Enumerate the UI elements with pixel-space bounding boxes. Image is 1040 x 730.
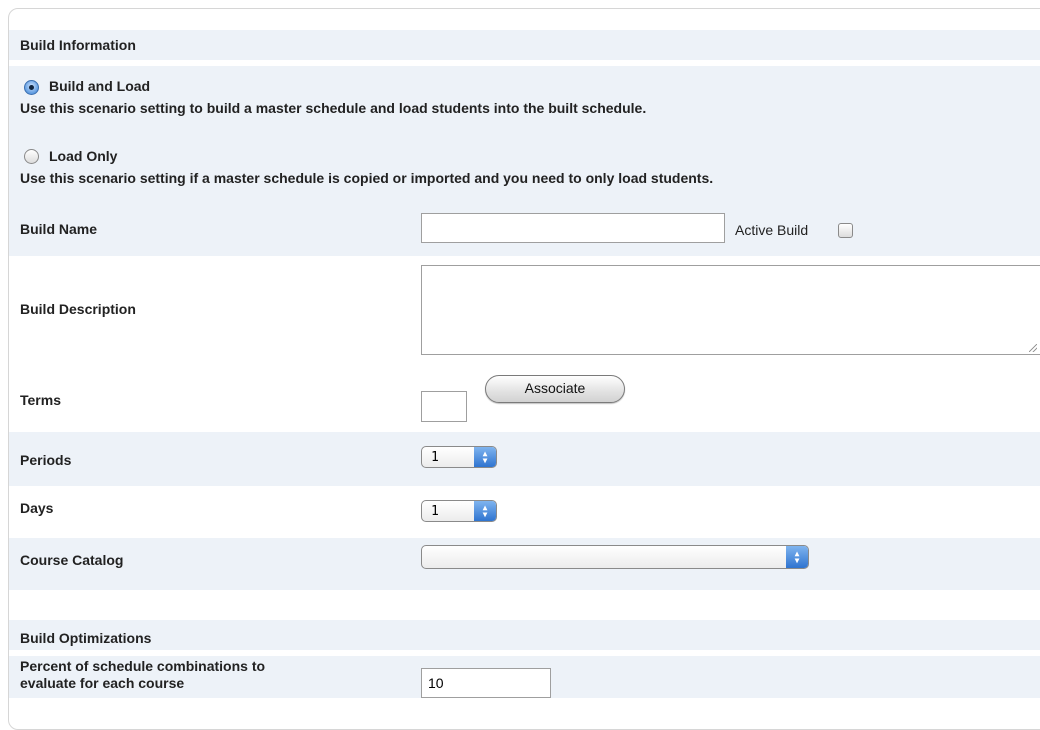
build-and-load-radio[interactable] bbox=[24, 80, 39, 95]
load-only-description: Use this scenario setting if a master sc… bbox=[20, 170, 714, 186]
percent-combinations-label-line2: evaluate for each course bbox=[20, 675, 185, 691]
course-catalog-label: Course Catalog bbox=[20, 552, 124, 568]
periods-value: 1 bbox=[431, 450, 439, 465]
load-only-label[interactable]: Load Only bbox=[49, 148, 117, 164]
periods-select[interactable]: 1 ▲ ▼ bbox=[421, 446, 497, 468]
days-label: Days bbox=[20, 500, 54, 516]
days-select[interactable]: 1 ▲ ▼ bbox=[421, 500, 497, 522]
terms-input[interactable] bbox=[421, 391, 467, 422]
spacer-row bbox=[9, 590, 1040, 620]
build-description-textarea[interactable] bbox=[421, 265, 1040, 355]
periods-row: Periods 1 ▲ ▼ bbox=[9, 432, 1040, 486]
build-and-load-label[interactable]: Build and Load bbox=[49, 78, 150, 94]
periods-label: Periods bbox=[20, 452, 72, 468]
terms-label: Terms bbox=[20, 392, 61, 408]
build-name-row: Build Name Active Build bbox=[9, 204, 1040, 256]
build-optimizations-header: Build Optimizations bbox=[9, 620, 1040, 650]
build-description-row: Build Description bbox=[9, 256, 1040, 366]
section-title-build-optimizations: Build Optimizations bbox=[20, 630, 152, 646]
build-information-header: Build Information bbox=[9, 30, 1040, 60]
course-catalog-select[interactable]: ▲ ▼ bbox=[421, 545, 809, 569]
percent-combinations-row: Percent of schedule combinations to eval… bbox=[9, 656, 1040, 698]
build-and-load-description: Use this scenario setting to build a mas… bbox=[20, 100, 647, 116]
select-arrows-icon: ▲ ▼ bbox=[474, 447, 496, 467]
active-build-label: Active Build bbox=[735, 222, 809, 238]
scenario-options: Build and Load Use this scenario setting… bbox=[9, 66, 1040, 204]
section-title-build-information: Build Information bbox=[20, 37, 136, 53]
days-value: 1 bbox=[431, 504, 439, 519]
associate-button[interactable]: Associate bbox=[485, 375, 625, 403]
active-build-checkbox[interactable] bbox=[838, 223, 853, 238]
load-only-radio[interactable] bbox=[24, 149, 39, 164]
terms-row: Terms Associate bbox=[9, 366, 1040, 432]
select-arrows-icon: ▲ ▼ bbox=[786, 546, 808, 568]
build-name-label: Build Name bbox=[20, 221, 98, 237]
percent-combinations-label-line1: Percent of schedule combinations to bbox=[20, 658, 266, 674]
course-catalog-row: Course Catalog ▲ ▼ bbox=[9, 538, 1040, 590]
resize-grip-icon[interactable] bbox=[1029, 344, 1037, 352]
build-description-label: Build Description bbox=[20, 301, 136, 317]
days-row: Days 1 ▲ ▼ bbox=[9, 486, 1040, 538]
percent-combinations-input[interactable] bbox=[421, 668, 551, 698]
select-arrows-icon: ▲ ▼ bbox=[474, 501, 496, 521]
build-name-input[interactable] bbox=[421, 213, 725, 243]
